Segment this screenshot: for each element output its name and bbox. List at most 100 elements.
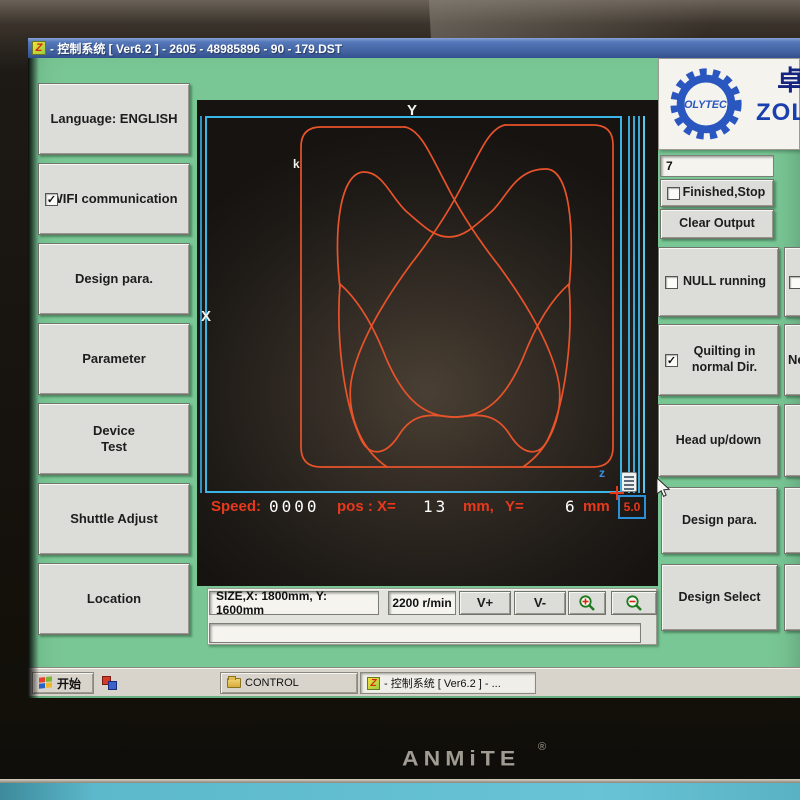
- design-select-label: Design Select: [679, 590, 761, 606]
- clear-output-label: Clear Output: [679, 216, 755, 232]
- background-wall: [0, 783, 800, 800]
- design-para-label: Design para.: [682, 513, 757, 529]
- design-select-button[interactable]: Design Select: [661, 564, 778, 631]
- taskbar-item-app-label: - 控制系统 [ Ver6.2 ] - ...: [384, 675, 501, 691]
- speed-value: 0000: [269, 497, 320, 516]
- location-label: Location: [87, 591, 141, 607]
- message-field[interactable]: [209, 623, 641, 643]
- folder-icon: [227, 678, 241, 688]
- zolytech-gear-icon: ZOLYTECH: [667, 65, 745, 143]
- pattern-outline: [301, 125, 613, 467]
- location-button[interactable]: Location: [38, 563, 190, 635]
- quilt-pattern: [205, 116, 622, 493]
- language-button[interactable]: Language: ENGLISH: [38, 83, 190, 155]
- screen: Z - 控制系统 [ Ver6.2 ] - 2605 - 48985896 - …: [28, 38, 800, 698]
- design-para-sidebar-button[interactable]: Design para.: [38, 243, 190, 315]
- v-minus-label: V-: [534, 595, 546, 611]
- taskbar: 开始 CONTROL Z - 控制系统 [ Ver6.2 ] - ...: [28, 668, 800, 696]
- size-value: SIZE,X: 1800mm, Y: 1600mm: [216, 589, 378, 617]
- start-button[interactable]: 开始: [32, 672, 94, 694]
- second-column-needle-button[interactable]: Ne: [784, 324, 800, 396]
- quick-launch-icon[interactable]: [102, 676, 118, 691]
- parameter-label: Parameter: [82, 351, 146, 367]
- taskbar-item-app[interactable]: Z - 控制系统 [ Ver6.2 ] - ...: [360, 672, 536, 694]
- bottom-toolbar: SIZE,X: 1800mm, Y: 1600mm 2200 r/min V+ …: [207, 588, 657, 645]
- z-scale-line: [643, 116, 645, 493]
- second-column-button[interactable]: [784, 404, 800, 477]
- app-icon: Z: [32, 41, 46, 55]
- title-bar: Z - 控制系统 [ Ver6.2 ] - 2605 - 48985896 - …: [28, 38, 800, 58]
- size-field[interactable]: SIZE,X: 1800mm, Y: 1600mm: [209, 591, 379, 615]
- pos-x-unit: mm,: [463, 498, 494, 515]
- device-test-label: Device Test: [93, 423, 135, 456]
- zoom-scale-box: 5.0: [618, 495, 646, 519]
- window-title: - 控制系统 [ Ver6.2 ] - 2605 - 48985896 - 90…: [50, 40, 342, 57]
- quilting-direction-checkbox[interactable]: ✓: [665, 354, 678, 367]
- second-column-button[interactable]: [784, 564, 800, 631]
- windows-logo-icon: [39, 676, 53, 689]
- zoom-in-icon: [578, 594, 596, 612]
- brand-panel: ZOLYTECH 卓 ZOL: [658, 58, 800, 150]
- wifi-communication-button[interactable]: ✓ WIFI communication: [38, 163, 190, 235]
- v-minus-button[interactable]: V-: [514, 591, 566, 615]
- language-label: Language: ENGLISH: [50, 111, 177, 127]
- design-para-sidebar-label: Design para.: [75, 271, 153, 287]
- zoom-out-button[interactable]: [611, 591, 657, 615]
- x-axis-label: X: [201, 308, 211, 325]
- head-updown-label: Head up/down: [676, 433, 761, 449]
- brand-wordmark-partial: ZOL: [756, 99, 800, 127]
- second-column-label-fragment: Ne: [788, 352, 800, 368]
- taskbar-item-control[interactable]: CONTROL: [220, 672, 358, 694]
- pattern-ribbon-left: [339, 284, 569, 452]
- rpm-value: 2200 r/min: [392, 596, 451, 610]
- device-test-button[interactable]: Device Test: [38, 403, 190, 475]
- finished-stop-label: Finished,Stop: [683, 185, 766, 201]
- head-updown-button[interactable]: Head up/down: [658, 404, 779, 477]
- pos-y-unit: mm: [583, 498, 610, 515]
- pattern-top-arches: [338, 169, 572, 288]
- zoom-in-button[interactable]: [568, 591, 606, 615]
- z-marker: z: [599, 466, 605, 480]
- null-running-button[interactable]: NULL running: [658, 247, 779, 317]
- pos-y-value: 6: [565, 497, 578, 516]
- pos-label: pos : X=: [337, 498, 396, 515]
- v-plus-label: V+: [477, 595, 493, 611]
- design-para-button[interactable]: Design para.: [661, 487, 778, 554]
- finished-stop-checkbox[interactable]: [667, 187, 680, 200]
- shuttle-adjust-button[interactable]: Shuttle Adjust: [38, 483, 190, 555]
- null-running-checkbox[interactable]: [665, 276, 678, 289]
- parameter-button[interactable]: Parameter: [38, 323, 190, 395]
- monitor-brand: ANMiTE: [402, 746, 520, 771]
- app-icon-small: Z: [367, 677, 380, 690]
- second-column-button[interactable]: [784, 487, 800, 554]
- taskbar-item-control-label: CONTROL: [245, 677, 299, 689]
- z-scale-line: [628, 116, 630, 493]
- design-count-field[interactable]: 7: [660, 155, 774, 177]
- finished-stop-button[interactable]: Finished,Stop: [660, 179, 774, 207]
- clear-output-button[interactable]: Clear Output: [660, 209, 774, 239]
- second-column-checkbox-button[interactable]: [784, 247, 800, 317]
- z-scale-line: [633, 116, 635, 493]
- wifi-label: WIFI communication: [50, 191, 177, 207]
- start-label: 开始: [57, 675, 81, 692]
- y-axis-label: Y: [407, 102, 417, 119]
- wifi-checkbox[interactable]: ✓: [45, 193, 58, 206]
- design-canvas[interactable]: Y X k z 5.0 Speed: 0000 pos : X= 13 mm, …: [197, 100, 658, 586]
- screen-edge-shadow: [28, 58, 39, 698]
- second-column-checkbox[interactable]: [789, 276, 800, 289]
- quilting-direction-button[interactable]: ✓ Quilting in normal Dir.: [658, 324, 779, 396]
- quilting-direction-label: Quilting in normal Dir.: [692, 344, 757, 375]
- canvas-outer-line: [200, 116, 202, 493]
- mouse-cursor: [656, 478, 672, 498]
- monitor-brand-reg: ®: [538, 741, 546, 753]
- rpm-field[interactable]: 2200 r/min: [388, 591, 456, 615]
- v-plus-button[interactable]: V+: [459, 591, 511, 615]
- zoom-out-icon: [625, 594, 643, 612]
- pos-y-label: Y=: [505, 498, 524, 515]
- k-marker: k: [293, 157, 300, 171]
- brand-cjk: 卓: [777, 59, 800, 98]
- pattern-ribbon-right: [340, 284, 570, 452]
- monitor-photo: Z - 控制系统 [ Ver6.2 ] - 2605 - 48985896 - …: [0, 0, 800, 800]
- shuttle-adjust-label: Shuttle Adjust: [70, 511, 158, 527]
- z-scale-line: [638, 116, 640, 493]
